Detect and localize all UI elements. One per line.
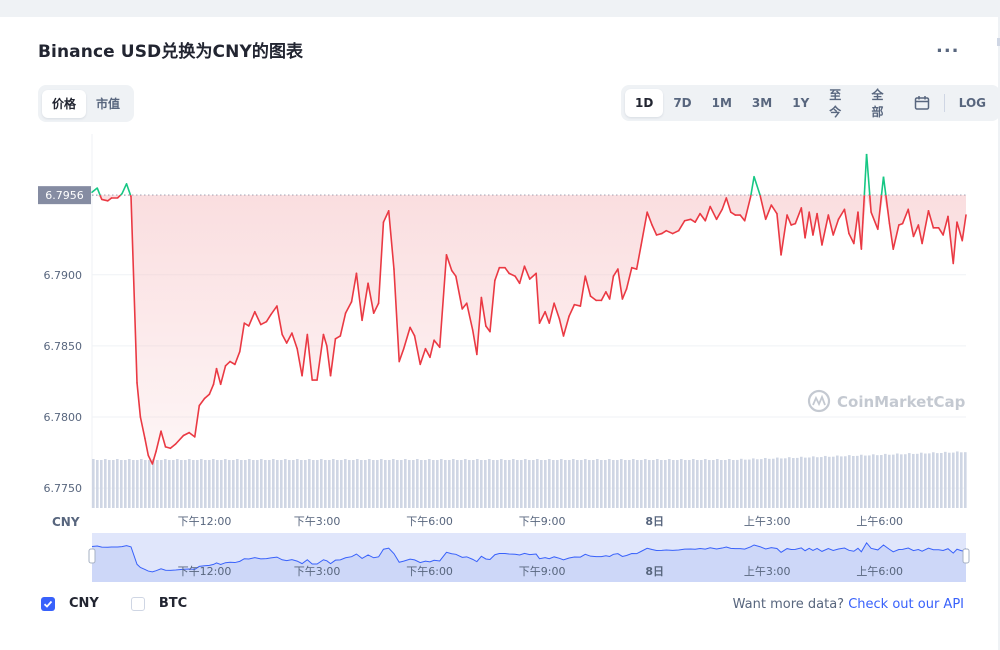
range-tab-0[interactable]: 1D xyxy=(625,89,664,117)
chart-title: Binance USD兑换为CNY的图表 xyxy=(38,42,304,62)
more-options-button[interactable]: ... xyxy=(936,36,960,57)
view-tab-1[interactable]: 市值 xyxy=(86,90,130,118)
cny-checkbox[interactable] xyxy=(41,596,55,611)
range-toggle: 1D 7D 1M 3M 1Y 至今 全部 LOG xyxy=(621,85,1000,121)
api-link[interactable]: Check out our API xyxy=(848,597,964,612)
view-tab-0[interactable]: 价格 xyxy=(42,89,87,118)
range-tab-3[interactable]: 3M xyxy=(742,89,782,117)
range-tab-5[interactable]: 至今 xyxy=(819,88,861,119)
api-promo-text: Want more data? xyxy=(732,597,845,612)
calendar-icon[interactable] xyxy=(904,89,940,117)
range-tab-2[interactable]: 1M xyxy=(702,89,742,117)
series-selector: CNY BTC xyxy=(41,596,187,611)
range-tab-1[interactable]: 7D xyxy=(663,89,701,117)
cny-checkbox-label: CNY xyxy=(69,596,99,611)
btc-checkbox[interactable] xyxy=(130,596,145,611)
view-toggle: 价格 市值 xyxy=(38,85,135,122)
btc-checkbox-label: BTC xyxy=(158,596,188,611)
api-promo: Want more data? Check out our API xyxy=(733,597,964,612)
range-tab-6[interactable]: 全部 xyxy=(862,88,904,119)
range-separator xyxy=(943,94,945,112)
log-scale-button[interactable]: LOG xyxy=(949,89,996,117)
range-tab-4[interactable]: 1Y xyxy=(782,89,819,117)
